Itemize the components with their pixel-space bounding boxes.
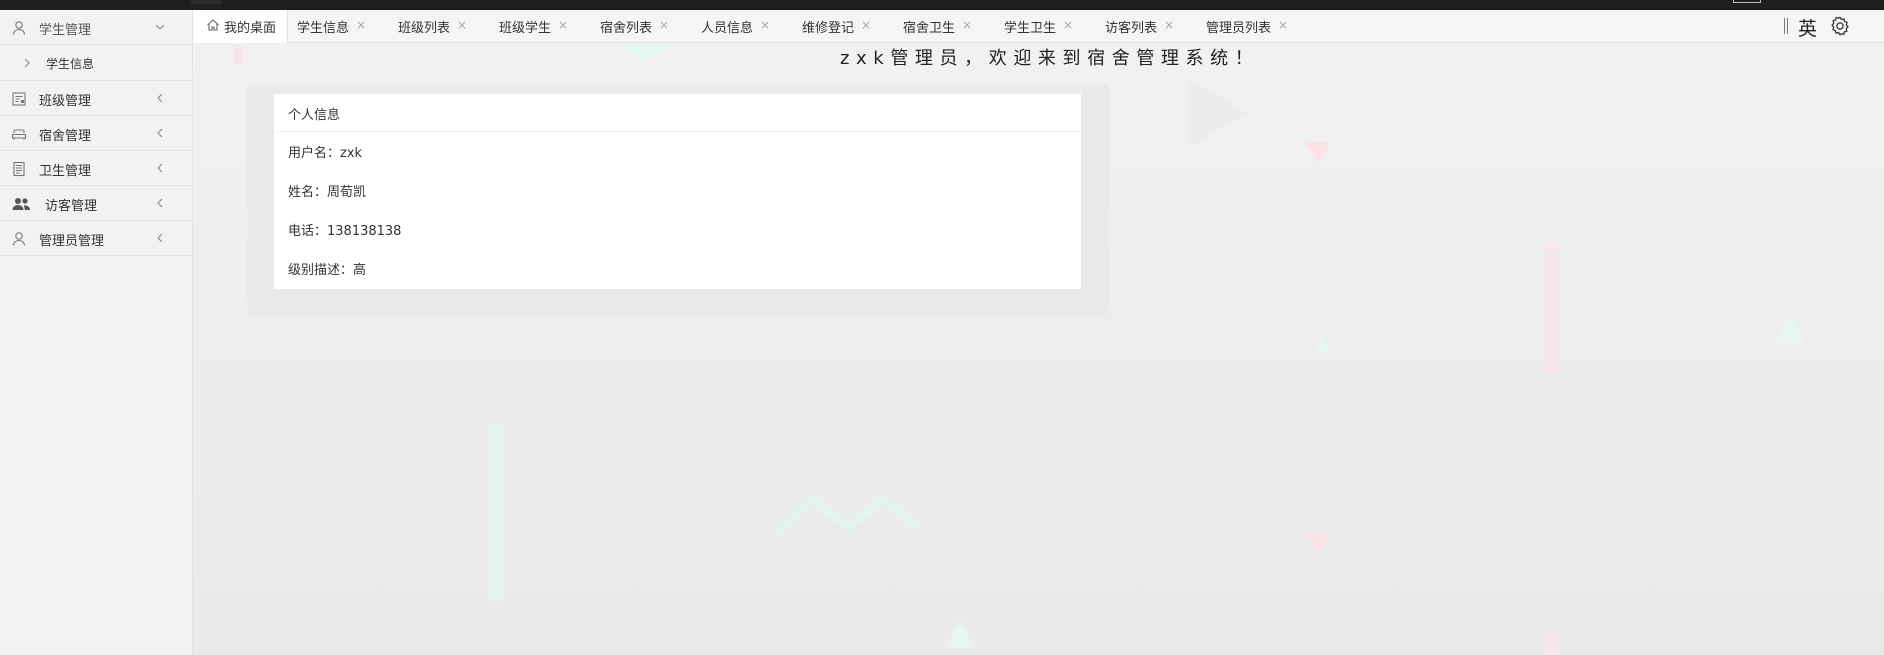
- tab-class-students[interactable]: 班级学生 ×: [490, 10, 591, 43]
- card-header: 个人信息: [274, 94, 1081, 132]
- sidebar-item-label: 管理员管理: [39, 234, 105, 249]
- chevron-right-icon: [24, 58, 30, 68]
- tab-visitor-list[interactable]: 访客列表 ×: [1096, 10, 1197, 43]
- tab-student-info[interactable]: 学生信息 ×: [288, 10, 389, 43]
- chevron-left-icon: [157, 198, 163, 208]
- tab-close-icon[interactable]: ×: [457, 18, 467, 32]
- tab-class-list[interactable]: 班级列表 ×: [389, 10, 490, 43]
- tab-label: 人员信息: [701, 21, 754, 36]
- tab-close-icon[interactable]: ×: [1063, 18, 1073, 32]
- class-icon: [12, 92, 26, 106]
- sidebar-item-hygiene-management[interactable]: 卫生管理: [0, 151, 192, 186]
- info-row-name: 姓名：周荀凯: [288, 181, 366, 200]
- info-row-phone: 电话：138138138: [288, 220, 401, 239]
- info-value: 高: [353, 263, 367, 278]
- tab-my-desktop[interactable]: 我的桌面: [193, 10, 288, 43]
- tab-label: 班级学生: [499, 21, 552, 36]
- background-decoration: [488, 423, 504, 601]
- top-bar-control: [191, 0, 221, 4]
- sidebar-item-label: 宿舍管理: [39, 129, 92, 144]
- tab-close-icon[interactable]: ×: [659, 18, 669, 32]
- tab-dorm-hygiene[interactable]: 宿舍卫生 ×: [894, 10, 995, 43]
- chevron-left-icon: [157, 233, 163, 243]
- info-value: zxk: [340, 146, 363, 161]
- info-row-username: 用户名：zxk: [288, 142, 362, 161]
- document-icon: [13, 161, 25, 177]
- background-decoration: [1544, 243, 1560, 373]
- info-label: 级别描述：: [288, 263, 354, 278]
- gear-icon[interactable]: [1829, 15, 1851, 37]
- sidebar-item-label: 访客管理: [45, 199, 98, 214]
- user-icon: [12, 21, 26, 35]
- sofa-icon: [11, 129, 27, 140]
- sidebar: 学生管理 学生信息 班级管理 宿舍管理 卫生管理 访客管理 管理员管理: [0, 10, 193, 655]
- background-decoration: [1312, 335, 1332, 353]
- personal-info-card: 个人信息 用户名：zxk 姓名：周荀凯 电话：138138138 级别描述：高: [274, 94, 1081, 289]
- tab-label: 维修登记: [802, 21, 855, 36]
- tab-close-icon[interactable]: ×: [861, 18, 871, 32]
- info-value: 138138138: [327, 224, 402, 239]
- tab-label: 学生信息: [297, 21, 350, 36]
- sidebar-subitem-label: 学生信息: [46, 57, 95, 71]
- sidebar-item-label: 卫生管理: [39, 164, 92, 179]
- sidebar-item-dorm-management[interactable]: 宿舍管理: [0, 116, 192, 151]
- background-decoration: [774, 491, 921, 537]
- sidebar-item-student-management[interactable]: 学生管理: [0, 10, 192, 45]
- tab-close-icon[interactable]: ×: [558, 18, 568, 32]
- info-row-level: 级别描述：高: [288, 259, 366, 278]
- background-decoration: [1305, 532, 1331, 554]
- tab-label: 学生卫生: [1004, 21, 1057, 36]
- info-label: 姓名：: [288, 185, 328, 200]
- tab-label: 访客列表: [1105, 21, 1158, 36]
- sidebar-item-visitor-management[interactable]: 访客管理: [0, 186, 192, 221]
- chevron-left-icon: [157, 93, 163, 103]
- tab-label: 班级列表: [398, 21, 451, 36]
- tab-label: 宿舍卫生: [903, 21, 956, 36]
- home-icon: [207, 19, 219, 31]
- users-icon: [12, 198, 30, 210]
- toolbar-divider: [1784, 18, 1788, 34]
- tab-close-icon[interactable]: ×: [760, 18, 770, 32]
- sidebar-item-admin-management[interactable]: 管理员管理: [0, 221, 192, 256]
- tab-close-icon[interactable]: ×: [1164, 18, 1174, 32]
- background-decoration: [613, 45, 673, 61]
- welcome-message: zxk管理员，欢迎来到宿舍管理系统！: [840, 48, 1260, 69]
- background-decoration: [1188, 78, 1248, 148]
- top-bar-box: [1733, 0, 1761, 3]
- chevron-down-icon: [155, 24, 165, 30]
- tab-label: 我的桌面: [224, 21, 277, 36]
- background-decoration: [1775, 315, 1805, 343]
- tab-bar: 我的桌面 学生信息 × 班级列表 × 班级学生 × 宿舍列表 × 人员信息 × …: [193, 10, 1884, 43]
- sidebar-item-label: 学生管理: [39, 23, 92, 38]
- tab-close-icon[interactable]: ×: [962, 18, 972, 32]
- tab-student-hygiene[interactable]: 学生卫生 ×: [995, 10, 1096, 43]
- language-toggle[interactable]: 英: [1798, 14, 1817, 41]
- user-icon: [12, 232, 26, 246]
- window-top-bar: [0, 0, 1884, 10]
- sidebar-item-label: 班级管理: [39, 94, 92, 109]
- background-decoration: [233, 45, 243, 65]
- background-decoration: [945, 620, 975, 648]
- tab-admin-list[interactable]: 管理员列表 ×: [1197, 10, 1307, 43]
- info-label: 电话：: [288, 224, 328, 239]
- tab-repair-registration[interactable]: 维修登记 ×: [793, 10, 894, 43]
- chevron-left-icon: [157, 163, 163, 173]
- tab-close-icon[interactable]: ×: [1278, 18, 1288, 32]
- tab-close-icon[interactable]: ×: [356, 18, 366, 32]
- sidebar-subitem-student-info[interactable]: 学生信息: [0, 45, 192, 81]
- main-content: zxk管理员，欢迎来到宿舍管理系统！ 个人信息 用户名：zxk 姓名：周荀凯 电…: [193, 43, 1884, 655]
- tab-label: 管理员列表: [1206, 21, 1272, 36]
- info-value: 周荀凯: [327, 185, 367, 200]
- chevron-left-icon: [157, 128, 163, 138]
- tab-dorm-list[interactable]: 宿舍列表 ×: [591, 10, 692, 43]
- tab-label: 宿舍列表: [600, 21, 653, 36]
- tab-person-info[interactable]: 人员信息 ×: [692, 10, 793, 43]
- card-title: 个人信息: [288, 108, 341, 123]
- info-label: 用户名：: [288, 146, 341, 161]
- sidebar-item-class-management[interactable]: 班级管理: [0, 81, 192, 116]
- background-decoration: [1305, 142, 1331, 164]
- background-decoration: [1544, 633, 1560, 655]
